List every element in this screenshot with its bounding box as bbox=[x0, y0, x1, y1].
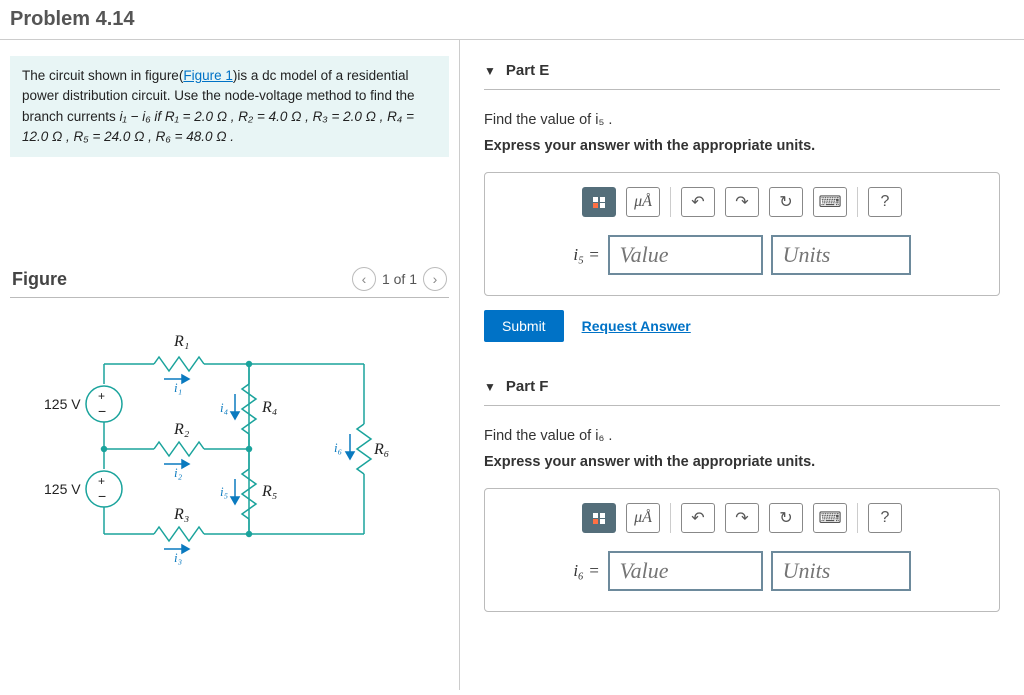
part-e-actions: Submit Request Answer bbox=[484, 310, 1000, 342]
svg-text:i₅: i₅ bbox=[220, 484, 228, 499]
part-f-units-input[interactable] bbox=[771, 551, 911, 591]
svg-text:+: + bbox=[98, 474, 105, 488]
part-f-title: Part F bbox=[506, 378, 549, 395]
part-f-input-row: i₆ = bbox=[501, 551, 983, 591]
part-f-prompt: Find the value of i₆ . bbox=[484, 428, 1000, 444]
part-f-toolbar: μÅ ↶ ↷ ↻ ⌨ ? bbox=[501, 503, 983, 533]
svg-text:R₆: R₆ bbox=[373, 441, 389, 458]
reset-icon[interactable]: ↻ bbox=[769, 503, 803, 533]
figure-header: Figure ‹ 1 of 1 › bbox=[10, 267, 449, 291]
units-helper-button[interactable]: μÅ bbox=[626, 187, 660, 217]
problem-statement: The circuit shown in figure(Figure 1)is … bbox=[10, 56, 449, 157]
part-e-value-input[interactable] bbox=[608, 235, 763, 275]
next-figure-button[interactable]: › bbox=[423, 267, 447, 291]
right-column: ▼ Part E Find the value of i₅ . Express … bbox=[460, 40, 1024, 690]
part-e-units-input[interactable] bbox=[771, 235, 911, 275]
figure-divider bbox=[10, 297, 449, 298]
svg-text:i₆: i₆ bbox=[334, 440, 342, 455]
part-e-input-row: i₅ = bbox=[501, 235, 983, 275]
svg-text:R₂: R₂ bbox=[173, 421, 190, 438]
problem-pretext: The circuit shown in figure( bbox=[22, 68, 183, 83]
reset-icon[interactable]: ↻ bbox=[769, 187, 803, 217]
undo-icon[interactable]: ↶ bbox=[681, 503, 715, 533]
keyboard-icon[interactable]: ⌨ bbox=[813, 187, 847, 217]
page-title: Problem 4.14 bbox=[0, 0, 1024, 40]
collapse-icon: ▼ bbox=[484, 380, 496, 394]
keyboard-icon[interactable]: ⌨ bbox=[813, 503, 847, 533]
help-icon[interactable]: ? bbox=[868, 187, 902, 217]
units-helper-button[interactable]: μÅ bbox=[626, 503, 660, 533]
figure-nav: ‹ 1 of 1 › bbox=[352, 267, 447, 291]
svg-text:+: + bbox=[98, 389, 105, 403]
tool-sep bbox=[670, 503, 671, 533]
redo-icon[interactable]: ↷ bbox=[725, 503, 759, 533]
figure-counter: 1 of 1 bbox=[382, 271, 417, 287]
help-icon[interactable]: ? bbox=[868, 503, 902, 533]
svg-text:R₅: R₅ bbox=[261, 483, 277, 500]
tool-sep bbox=[857, 503, 858, 533]
svg-text:−: − bbox=[98, 488, 106, 504]
part-f-header[interactable]: ▼ Part F bbox=[484, 372, 1000, 405]
svg-text:125 V: 125 V bbox=[44, 481, 81, 497]
figure-heading: Figure bbox=[12, 269, 67, 290]
svg-text:125 V: 125 V bbox=[44, 396, 81, 412]
current-range: i₁ − i₆ bbox=[120, 109, 151, 124]
part-e-toolbar: μÅ ↶ ↷ ↻ ⌨ ? bbox=[501, 187, 983, 217]
collapse-icon: ▼ bbox=[484, 64, 496, 78]
svg-text:R₄: R₄ bbox=[261, 399, 277, 416]
part-f-eq-label: i₆ = bbox=[573, 561, 599, 581]
circuit-svg: R₁ R₂ R₃ R₄ R₅ R₆ i₁ i₂ i₃ i₄ i₅ i₆ 125 … bbox=[34, 324, 414, 584]
svg-text:R₁: R₁ bbox=[173, 333, 189, 350]
prev-figure-button[interactable]: ‹ bbox=[352, 267, 376, 291]
tool-sep bbox=[670, 187, 671, 217]
part-e-request-answer-link[interactable]: Request Answer bbox=[582, 318, 691, 334]
tool-sep bbox=[857, 187, 858, 217]
part-e-prompt: Find the value of i₅ . bbox=[484, 112, 1000, 128]
part-e-answer-box: μÅ ↶ ↷ ↻ ⌨ ? i₅ = bbox=[484, 172, 1000, 296]
figure-link[interactable]: Figure 1 bbox=[183, 68, 233, 83]
svg-text:i₃: i₃ bbox=[174, 550, 182, 565]
undo-icon[interactable]: ↶ bbox=[681, 187, 715, 217]
part-f-value-input[interactable] bbox=[608, 551, 763, 591]
circuit-diagram: R₁ R₂ R₃ R₄ R₅ R₆ i₁ i₂ i₃ i₄ i₅ i₆ 125 … bbox=[10, 314, 449, 587]
template-picker-icon[interactable] bbox=[582, 187, 616, 217]
svg-text:R₃: R₃ bbox=[173, 506, 189, 523]
left-column: The circuit shown in figure(Figure 1)is … bbox=[0, 40, 460, 690]
part-e-instructions: Express your answer with the appropriate… bbox=[484, 138, 1000, 154]
part-f-answer-box: μÅ ↶ ↷ ↻ ⌨ ? i₆ = bbox=[484, 488, 1000, 612]
svg-text:−: − bbox=[98, 403, 106, 419]
svg-text:i₁: i₁ bbox=[174, 380, 182, 395]
part-f-divider bbox=[484, 405, 1000, 406]
content-area: The circuit shown in figure(Figure 1)is … bbox=[0, 40, 1024, 690]
template-picker-icon[interactable] bbox=[582, 503, 616, 533]
part-e-title: Part E bbox=[506, 62, 549, 79]
part-f-instructions: Express your answer with the appropriate… bbox=[484, 454, 1000, 470]
svg-text:i₂: i₂ bbox=[174, 465, 183, 480]
part-e-submit-button[interactable]: Submit bbox=[484, 310, 564, 342]
part-e-divider bbox=[484, 89, 1000, 90]
part-e-eq-label: i₅ = bbox=[573, 245, 599, 265]
redo-icon[interactable]: ↷ bbox=[725, 187, 759, 217]
svg-text:i₄: i₄ bbox=[220, 400, 229, 415]
part-e-header[interactable]: ▼ Part E bbox=[484, 56, 1000, 89]
